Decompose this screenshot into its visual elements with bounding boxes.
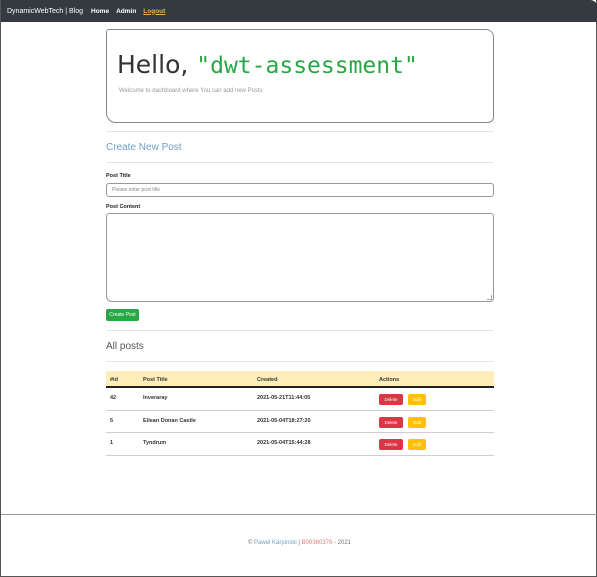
delete-post-button[interactable]: Delete xyxy=(379,416,403,428)
greeting-lead-text: Welcome to dashboard where You can add n… xyxy=(119,88,263,94)
edit-post-button[interactable]: Edit xyxy=(408,416,426,428)
divider xyxy=(106,361,494,362)
post-content-textarea[interactable] xyxy=(106,213,494,302)
post-title: Inveraray xyxy=(143,395,168,401)
footer-divider xyxy=(1,514,597,515)
delete-post-button[interactable]: Delete xyxy=(379,394,403,405)
column-header-id: #id xyxy=(110,377,118,383)
create-post-heading: Create New Post xyxy=(106,142,182,153)
divider xyxy=(106,330,494,331)
post-id: 5 xyxy=(110,417,114,424)
divider xyxy=(106,162,494,163)
top-navbar: DynamicWebTech | Blog Home Admin Logout xyxy=(1,0,597,22)
greeting-username: "dwt-assessment" xyxy=(196,53,418,79)
table-row: 42 Inveraray 2021-05-21T11:44:05 Delete … xyxy=(106,388,494,411)
delete-post-button[interactable]: Delete xyxy=(379,439,403,450)
post-title-label: Post Title xyxy=(106,173,131,179)
create-post-button[interactable]: Create Post xyxy=(106,309,139,321)
divider xyxy=(106,131,494,132)
posts-table-header: #id Post Title Created Actions xyxy=(106,371,494,388)
posts-table: #id Post Title Created Actions 42 Invera… xyxy=(106,371,494,456)
nav-home-link[interactable]: Home xyxy=(91,8,109,15)
post-content-label: Post Content xyxy=(106,204,141,210)
post-created: 2021-05-21T11:44:05 xyxy=(257,395,311,401)
all-posts-heading: All posts xyxy=(106,341,144,352)
resize-handle-icon[interactable] xyxy=(487,295,492,300)
nav-admin-link[interactable]: Admin xyxy=(116,8,136,15)
footer-author-link[interactable]: Pawel Karpinski xyxy=(254,540,297,546)
column-header-created: Created xyxy=(257,377,278,383)
post-title: Eilean Donan Castle xyxy=(143,417,196,424)
column-header-actions: Actions xyxy=(379,377,400,383)
table-row: 5 Eilean Donan Castle 2021-05-04T18:27:2… xyxy=(106,411,494,433)
page: DynamicWebTech | Blog Home Admin Logout … xyxy=(0,0,597,577)
footer-student-id-link[interactable]: B00360376 xyxy=(302,540,333,546)
edit-post-button[interactable]: Edit xyxy=(408,439,426,450)
welcome-jumbotron: Hello, "dwt-assessment" Welcome to dashb… xyxy=(106,29,494,123)
post-created: 2021-05-04T18:27:20 xyxy=(257,417,311,424)
footer: © Pawel Karpinski | B00360376 - 2021 xyxy=(1,540,597,546)
nav-logout-link[interactable]: Logout xyxy=(143,8,165,15)
post-title: Tyndrum xyxy=(143,440,167,446)
post-id: 1 xyxy=(110,440,114,446)
greeting-heading: Hello, "dwt-assessment" xyxy=(117,50,418,79)
post-title-input[interactable]: Please enter post title xyxy=(106,183,494,197)
greeting-prefix: Hello, xyxy=(117,50,197,79)
edit-post-button[interactable]: Edit xyxy=(408,394,426,405)
footer-year: - 2021 xyxy=(332,540,352,546)
column-header-title: Post Title xyxy=(143,377,168,383)
table-row: 1 Tyndrum 2021-05-04T15:44:28 Delete Edi… xyxy=(106,433,494,456)
brand-logo-text[interactable]: DynamicWebTech | Blog xyxy=(7,8,83,15)
post-id: 42 xyxy=(110,395,117,401)
post-created: 2021-05-04T15:44:28 xyxy=(257,440,311,446)
